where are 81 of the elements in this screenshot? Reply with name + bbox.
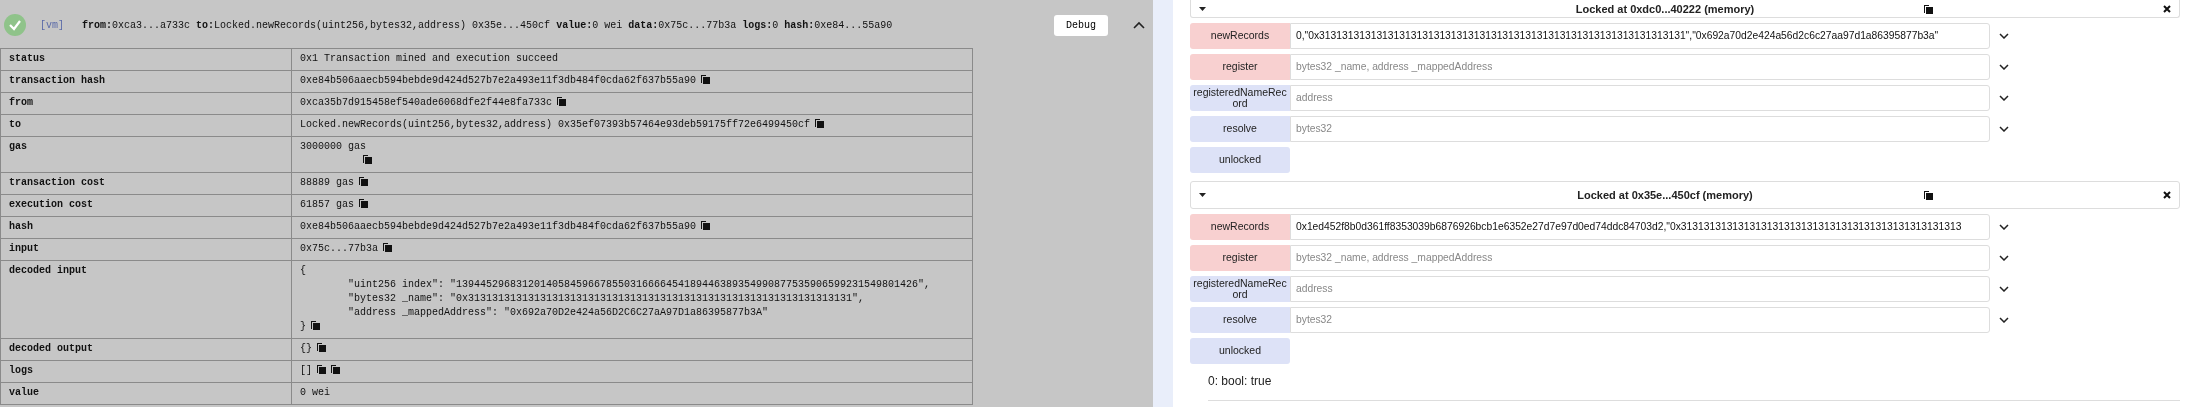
field-value: 0 wei — [300, 387, 330, 398]
argument-field[interactable]: address — [1290, 84, 1990, 111]
copy-icon[interactable] — [317, 364, 326, 374]
network-label: [vm] — [40, 19, 64, 31]
field-label: hash — [9, 221, 33, 232]
copy-icon[interactable] — [815, 118, 825, 128]
chevron-down-icon[interactable] — [1999, 316, 2009, 323]
caret-icon[interactable] — [1199, 6, 1206, 11]
function-button[interactable]: unlocked — [1190, 337, 1290, 364]
copy-icon[interactable] — [557, 96, 567, 106]
chevron-down-icon[interactable] — [1999, 63, 2009, 70]
field-value: 0xe84b506aaecb594bebde9d424d527b7e2a493e11f3db484f0cda62f637b55a90 — [300, 75, 697, 86]
argument-field[interactable]: bytes32 _name, address _mappedAddress — [1290, 244, 1990, 271]
argument-field[interactable]: bytes32 — [1290, 306, 1990, 333]
decoded-input-line: "address _mappedAddress": "0x692a70D2e424a56D2C6C27aA97D1a86395877b3A" — [348, 307, 769, 318]
field-label: decoded output — [9, 343, 93, 354]
contract-instance-header[interactable]: Locked at 0x35e...450cf (memory) — [1190, 181, 2180, 209]
copy-icon[interactable] — [359, 198, 368, 208]
field-value: Locked.newRecords(uint256,bytes32,address) 0x35ef07393b57464e93deb59175ff72e6499450cf — [300, 119, 811, 130]
function-button[interactable]: register — [1190, 53, 1290, 80]
transaction-summary: from:0xca3...a733c to:Locked.newRecords(uint256,bytes32,address) 0x35e...450cf value:0 wei data:0x75c...77b3a logs:0 hash:0xe84...55a90 — [82, 19, 893, 31]
copy-icon[interactable] — [317, 342, 326, 352]
field-value: [] — [300, 365, 312, 376]
field-label: to — [9, 119, 21, 130]
field-value: 0x75c...77b3a — [300, 243, 378, 254]
decoded-input-line: } — [300, 321, 306, 332]
close-icon[interactable] — [2163, 191, 2171, 199]
field-value: 0x1 Transaction mined and execution succeed — [300, 53, 559, 64]
field-value: 61857 gas — [300, 199, 354, 210]
field-value: {} — [300, 343, 312, 354]
field-value: 0xca35b7d915458ef540ade6068dfe2f44e8fa733c — [300, 97, 553, 108]
decoded-input-line: "bytes32 _name": "0x3131313131313131313131313131313131313131313131313131313131313131", — [348, 293, 865, 304]
call-result: 0: bool: true — [1208, 374, 1272, 388]
close-icon[interactable] — [2163, 4, 2171, 13]
argument-field[interactable]: bytes32 _name, address _mappedAddress — [1290, 53, 1990, 80]
function-button[interactable]: unlocked — [1190, 146, 1290, 173]
chevron-down-icon[interactable] — [1999, 285, 2009, 292]
copy-icon[interactable] — [359, 176, 368, 186]
function-button[interactable]: register — [1190, 244, 1290, 271]
copy-icon[interactable] — [1924, 3, 1933, 14]
copy-icon[interactable] — [1924, 190, 1933, 200]
copy-icon[interactable] — [331, 364, 340, 374]
collapse-chevron-icon[interactable] — [1133, 21, 1145, 29]
field-label: transaction hash — [9, 75, 105, 86]
field-value: 3000000 gas — [300, 141, 366, 152]
function-button[interactable]: newRecords — [1190, 22, 1290, 49]
function-button[interactable]: resolve — [1190, 115, 1290, 142]
field-label: logs — [9, 365, 33, 376]
field-label: execution cost — [9, 199, 93, 210]
function-button[interactable]: registeredNameRecord — [1190, 275, 1290, 302]
chevron-down-icon[interactable] — [1999, 223, 2009, 230]
field-label: status — [9, 53, 45, 64]
function-button[interactable]: resolve — [1190, 306, 1290, 333]
argument-field[interactable]: bytes32 — [1290, 115, 1990, 142]
field-value: 88889 gas — [300, 177, 354, 188]
field-label: decoded input — [9, 265, 87, 276]
field-label: value — [9, 387, 39, 398]
chevron-down-icon[interactable] — [1999, 32, 2009, 39]
decoded-input-line: "uint256 index": "13944529683120140584596678550316666454189446389354990877535906599231549801426", — [348, 279, 931, 290]
argument-field[interactable]: 0x1ed452f8b0d361ff8353039b6876926bcb1e6352e27d7e97d0ed74ddc84703d2,"0x3131313131313131313131313131313131313131313131313 — [1290, 213, 1990, 240]
contract-instance-header[interactable]: Locked at 0xdc0...40222 (memory) — [1190, 0, 2180, 18]
chevron-down-icon[interactable] — [1999, 125, 2009, 132]
chevron-down-icon[interactable] — [1999, 94, 2009, 101]
copy-icon[interactable] — [311, 320, 320, 330]
field-value: 0xe84b506aaecb594bebde9d424d527b7e2a493e11f3db484f0cda62f637b55a90 — [300, 221, 697, 232]
field-label: from — [9, 97, 33, 108]
debug-button[interactable]: Debug — [1054, 14, 1108, 36]
copy-icon[interactable] — [701, 74, 711, 84]
decoded-input-line: { — [300, 265, 306, 276]
field-label: input — [9, 243, 39, 254]
field-label: transaction cost — [9, 177, 105, 188]
argument-field[interactable]: 0,"0x3131313131313131313131313131313131313131313131313131313131313131","0x692a70d2e424a56d2c6c27aa97d1a86395877b3a" — [1290, 22, 1990, 49]
chevron-down-icon[interactable] — [1999, 254, 2009, 261]
argument-field[interactable]: address — [1290, 275, 1990, 302]
caret-icon[interactable] — [1199, 193, 1206, 197]
copy-icon[interactable] — [383, 242, 392, 252]
function-button[interactable]: registeredNameRecord — [1190, 84, 1290, 111]
copy-icon[interactable] — [363, 154, 372, 164]
field-label: gas — [9, 141, 27, 152]
function-button[interactable]: newRecords — [1190, 213, 1290, 240]
copy-icon[interactable] — [701, 220, 711, 230]
